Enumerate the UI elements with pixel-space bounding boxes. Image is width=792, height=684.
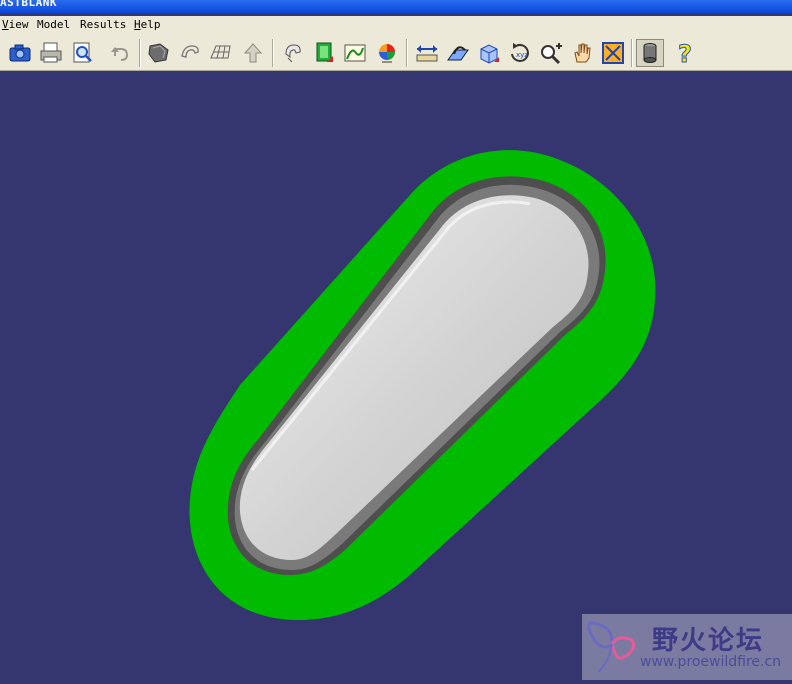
fringe-icon[interactable] [311,40,337,66]
menu-help[interactable]: Help [134,16,161,34]
undo-icon[interactable] [107,40,133,66]
wireframe-icon[interactable] [177,40,203,66]
camera-icon[interactable] [7,40,33,66]
toolbar-separator [139,39,141,67]
watermark-title: 野火论坛 [652,626,765,656]
mesh-icon[interactable] [208,40,234,66]
menu-results-label: Results [80,18,127,31]
menu-help-label: Help [134,18,161,31]
color-map-icon[interactable] [374,40,400,66]
butterfly-logo [587,621,636,673]
help-icon[interactable]: ? [672,40,698,66]
title-bar: ASTBLANK [0,0,792,13]
rotate-view-icon[interactable] [280,40,306,66]
cylinder-icon[interactable] [636,39,664,67]
svg-text:?: ? [678,40,692,66]
view-cube-icon[interactable] [476,40,502,66]
toolbar-separator [406,39,408,67]
toolbar-separator [272,39,274,67]
zoom-icon[interactable] [538,40,564,66]
fit-icon[interactable] [600,40,626,66]
menu-view[interactable]: View [2,16,29,34]
menu-model[interactable]: Model [37,16,70,34]
measure-icon[interactable] [414,40,440,66]
toolbar-separator [631,39,633,67]
dynamic-section-icon[interactable] [445,40,471,66]
print-preview-icon[interactable] [69,40,95,66]
watermark-url: www.proewildfire.cn [640,654,782,670]
menu-view-label: View [2,18,29,31]
shade-icon[interactable] [146,40,172,66]
print-icon[interactable] [38,40,64,66]
model-viewport[interactable] [0,71,792,680]
watermark: 野火论坛 www.proewildfire.cn [582,614,792,680]
window-title: ASTBLANK [0,0,57,9]
menu-bar: View Model Results Help [0,16,792,34]
graph-icon[interactable] [342,40,368,66]
svg-text:xyz: xyz [516,51,528,59]
arrow-up-icon[interactable] [240,40,266,66]
menu-results[interactable]: Results [80,16,126,34]
spin-icon[interactable]: xyz [507,40,533,66]
pan-icon[interactable] [569,40,595,66]
part-model [189,150,656,621]
toolbar: xyz ? [0,34,792,71]
menu-model-label: Model [37,18,71,31]
